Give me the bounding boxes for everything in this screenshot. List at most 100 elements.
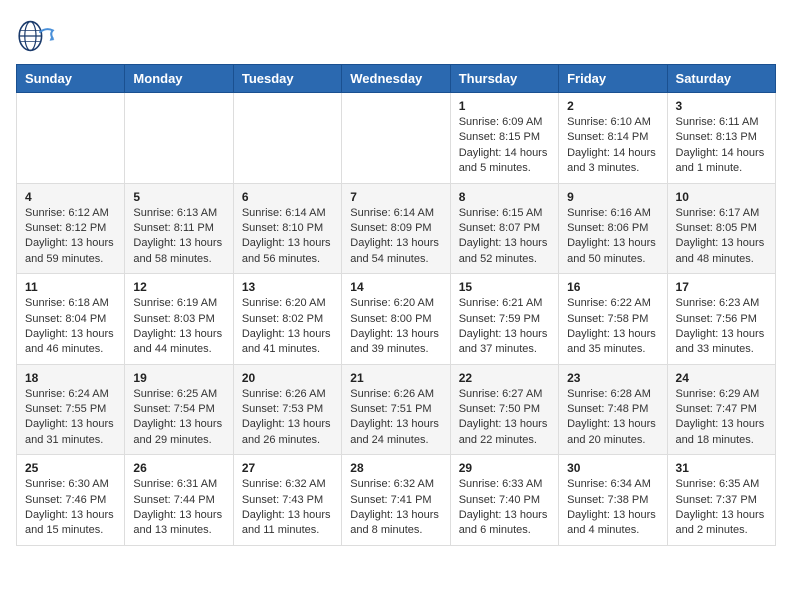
day-info: Sunrise: 6:22 AM Sunset: 7:58 PM Dayligh…: [567, 296, 658, 358]
calendar-cell: 7 Sunrise: 6:14 AM Sunset: 8:09 PM Daylig…: [342, 183, 450, 274]
day-info: Sunrise: 6:26 AM Sunset: 7:51 PM Dayligh…: [350, 387, 441, 449]
calendar-cell: [233, 93, 341, 184]
calendar-cell: 19 Sunrise: 6:25 AM Sunset: 7:54 PM Dayli…: [125, 364, 233, 455]
day-info: Sunrise: 6:14 AM Sunset: 8:10 PM Dayligh…: [242, 206, 333, 268]
day-info: Sunrise: 6:27 AM Sunset: 7:50 PM Dayligh…: [459, 387, 550, 449]
calendar-cell: 12Sunrise: 6:19 AM Sunset: 8:03 PM Dayli…: [125, 274, 233, 365]
calendar-header-tuesday: Tuesday: [233, 65, 341, 93]
day-number: 21: [350, 371, 441, 385]
day-number: 4: [25, 190, 116, 204]
day-info: Sunrise: 6:10 AM Sunset: 8:14 PM Dayligh…: [567, 115, 658, 177]
logo: [16, 16, 60, 56]
day-info: Sunrise: 6:28 AM Sunset: 7:48 PM Dayligh…: [567, 387, 658, 449]
calendar-cell: 5Sunrise: 6:13 AM Sunset: 8:11 PM Daylig…: [125, 183, 233, 274]
day-number: 22: [459, 371, 550, 385]
day-number: 29: [459, 461, 550, 475]
calendar-week-4: 18Sunrise: 6:24 AM Sunset: 7:55 PM Dayli…: [17, 364, 776, 455]
calendar-cell: 1 Sunrise: 6:09 AM Sunset: 8:15 PM Daylig…: [450, 93, 558, 184]
calendar-header-sunday: Sunday: [17, 65, 125, 93]
day-number: 11: [25, 280, 116, 294]
calendar-cell: 31Sunrise: 6:35 AM Sunset: 7:37 PM Dayli…: [667, 455, 775, 546]
calendar-cell: 9 Sunrise: 6:16 AM Sunset: 8:06 PM Daylig…: [559, 183, 667, 274]
day-number: 13: [242, 280, 333, 294]
day-info: Sunrise: 6:09 AM Sunset: 8:15 PM Dayligh…: [459, 115, 550, 177]
day-info: Sunrise: 6:15 AM Sunset: 8:07 PM Dayligh…: [459, 206, 550, 268]
calendar-cell: [17, 93, 125, 184]
day-info: Sunrise: 6:20 AM Sunset: 8:00 PM Dayligh…: [350, 296, 441, 358]
calendar-cell: 17 Sunrise: 6:23 AM Sunset: 7:56 PM Dayli…: [667, 274, 775, 365]
day-info: Sunrise: 6:32 AM Sunset: 7:41 PM Dayligh…: [350, 477, 441, 539]
day-info: Sunrise: 6:14 AM Sunset: 8:09 PM Dayligh…: [350, 206, 441, 268]
day-number: 28: [350, 461, 441, 475]
day-info: Sunrise: 6:23 AM Sunset: 7:56 PM Dayligh…: [676, 296, 767, 358]
day-number: 20: [242, 371, 333, 385]
day-info: Sunrise: 6:32 AM Sunset: 7:43 PM Dayligh…: [242, 477, 333, 539]
calendar-header-row: SundayMondayTuesdayWednesdayThursdayFrid…: [17, 65, 776, 93]
day-info: Sunrise: 6:30 AM Sunset: 7:46 PM Dayligh…: [25, 477, 116, 539]
calendar-cell: 21 Sunrise: 6:26 AM Sunset: 7:51 PM Dayli…: [342, 364, 450, 455]
day-number: 19: [133, 371, 224, 385]
calendar-cell: 11 Sunrise: 6:18 AM Sunset: 8:04 PM Dayli…: [17, 274, 125, 365]
calendar-week-5: 25 Sunrise: 6:30 AM Sunset: 7:46 PM Dayli…: [17, 455, 776, 546]
calendar-header-friday: Friday: [559, 65, 667, 93]
calendar-body: 1 Sunrise: 6:09 AM Sunset: 8:15 PM Daylig…: [17, 93, 776, 546]
day-number: 15: [459, 280, 550, 294]
day-number: 5: [133, 190, 224, 204]
day-info: Sunrise: 6:31 AM Sunset: 7:44 PM Dayligh…: [133, 477, 224, 539]
calendar-header-monday: Monday: [125, 65, 233, 93]
calendar-cell: 13 Sunrise: 6:20 AM Sunset: 8:02 PM Dayli…: [233, 274, 341, 365]
day-info: Sunrise: 6:29 AM Sunset: 7:47 PM Dayligh…: [676, 387, 767, 449]
day-info: Sunrise: 6:11 AM Sunset: 8:13 PM Dayligh…: [676, 115, 767, 177]
calendar-cell: [125, 93, 233, 184]
calendar-cell: 14 Sunrise: 6:20 AM Sunset: 8:00 PM Dayli…: [342, 274, 450, 365]
day-number: 18: [25, 371, 116, 385]
calendar-cell: [342, 93, 450, 184]
day-info: Sunrise: 6:35 AM Sunset: 7:37 PM Dayligh…: [676, 477, 767, 539]
day-number: 23: [567, 371, 658, 385]
day-number: 26: [133, 461, 224, 475]
calendar-cell: 8 Sunrise: 6:15 AM Sunset: 8:07 PM Daylig…: [450, 183, 558, 274]
day-number: 1: [459, 99, 550, 113]
day-number: 9: [567, 190, 658, 204]
calendar-cell: 16Sunrise: 6:22 AM Sunset: 7:58 PM Dayli…: [559, 274, 667, 365]
calendar-cell: 23 Sunrise: 6:28 AM Sunset: 7:48 PM Dayli…: [559, 364, 667, 455]
day-number: 8: [459, 190, 550, 204]
day-number: 10: [676, 190, 767, 204]
calendar-cell: 24 Sunrise: 6:29 AM Sunset: 7:47 PM Dayli…: [667, 364, 775, 455]
day-info: Sunrise: 6:16 AM Sunset: 8:06 PM Dayligh…: [567, 206, 658, 268]
day-number: 24: [676, 371, 767, 385]
day-number: 7: [350, 190, 441, 204]
day-info: Sunrise: 6:19 AM Sunset: 8:03 PM Dayligh…: [133, 296, 224, 358]
calendar-cell: 4Sunrise: 6:12 AM Sunset: 8:12 PM Daylig…: [17, 183, 125, 274]
day-info: Sunrise: 6:17 AM Sunset: 8:05 PM Dayligh…: [676, 206, 767, 268]
calendar-cell: 25 Sunrise: 6:30 AM Sunset: 7:46 PM Dayli…: [17, 455, 125, 546]
day-info: Sunrise: 6:33 AM Sunset: 7:40 PM Dayligh…: [459, 477, 550, 539]
calendar-cell: 26 Sunrise: 6:31 AM Sunset: 7:44 PM Dayli…: [125, 455, 233, 546]
calendar-week-3: 11 Sunrise: 6:18 AM Sunset: 8:04 PM Dayli…: [17, 274, 776, 365]
calendar-cell: 10 Sunrise: 6:17 AM Sunset: 8:05 PM Dayli…: [667, 183, 775, 274]
day-info: Sunrise: 6:26 AM Sunset: 7:53 PM Dayligh…: [242, 387, 333, 449]
calendar-header-saturday: Saturday: [667, 65, 775, 93]
day-number: 14: [350, 280, 441, 294]
calendar-cell: 18Sunrise: 6:24 AM Sunset: 7:55 PM Dayli…: [17, 364, 125, 455]
calendar-cell: 30 Sunrise: 6:34 AM Sunset: 7:38 PM Dayli…: [559, 455, 667, 546]
day-number: 17: [676, 280, 767, 294]
calendar-cell: 3 Sunrise: 6:11 AM Sunset: 8:13 PM Daylig…: [667, 93, 775, 184]
day-info: Sunrise: 6:20 AM Sunset: 8:02 PM Dayligh…: [242, 296, 333, 358]
day-number: 3: [676, 99, 767, 113]
calendar-cell: 2Sunrise: 6:10 AM Sunset: 8:14 PM Daylig…: [559, 93, 667, 184]
day-info: Sunrise: 6:18 AM Sunset: 8:04 PM Dayligh…: [25, 296, 116, 358]
day-info: Sunrise: 6:34 AM Sunset: 7:38 PM Dayligh…: [567, 477, 658, 539]
calendar-table: SundayMondayTuesdayWednesdayThursdayFrid…: [16, 64, 776, 546]
calendar-cell: 27Sunrise: 6:32 AM Sunset: 7:43 PM Dayli…: [233, 455, 341, 546]
day-number: 6: [242, 190, 333, 204]
calendar-header-thursday: Thursday: [450, 65, 558, 93]
header: [16, 16, 776, 56]
day-number: 30: [567, 461, 658, 475]
day-number: 25: [25, 461, 116, 475]
calendar-cell: 22 Sunrise: 6:27 AM Sunset: 7:50 PM Dayli…: [450, 364, 558, 455]
calendar-week-1: 1 Sunrise: 6:09 AM Sunset: 8:15 PM Daylig…: [17, 93, 776, 184]
calendar-cell: 15Sunrise: 6:21 AM Sunset: 7:59 PM Dayli…: [450, 274, 558, 365]
day-info: Sunrise: 6:25 AM Sunset: 7:54 PM Dayligh…: [133, 387, 224, 449]
calendar-cell: 6 Sunrise: 6:14 AM Sunset: 8:10 PM Daylig…: [233, 183, 341, 274]
